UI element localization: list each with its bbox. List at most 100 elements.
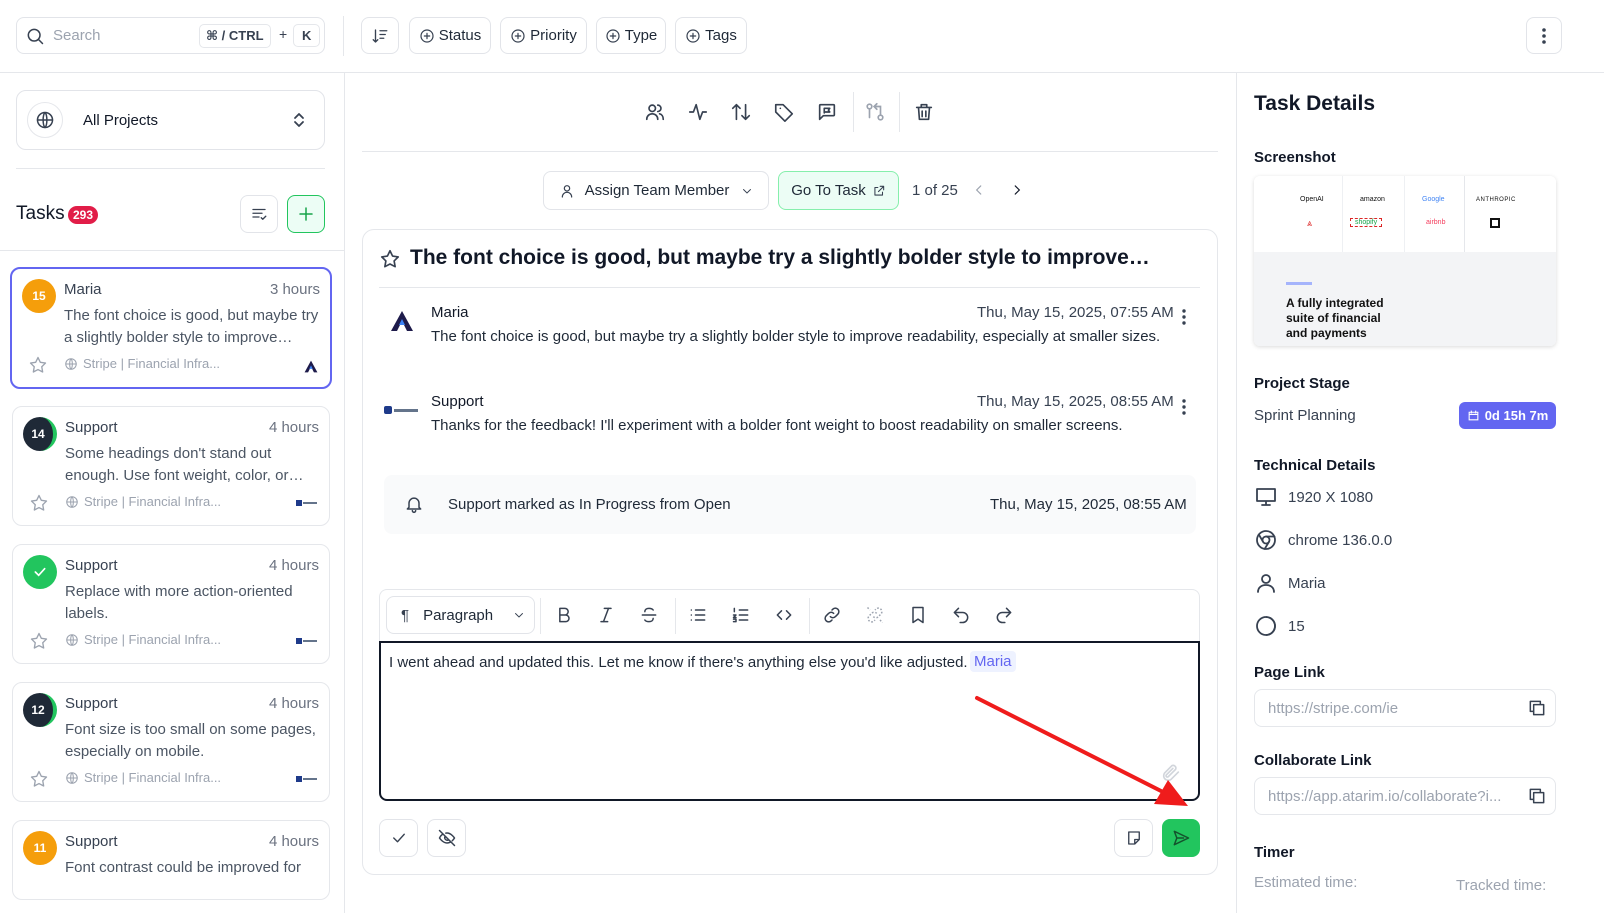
globe-icon	[66, 633, 78, 646]
go-to-task-button[interactable]: Go To Task	[778, 171, 899, 210]
task-filter-button[interactable]	[240, 195, 278, 233]
plus-circle-icon	[606, 28, 620, 43]
prev-task-icon[interactable]	[972, 182, 986, 198]
stage-timer-badge: 0d 15h 7m	[1459, 402, 1556, 429]
italic-button[interactable]	[591, 600, 621, 630]
check-icon	[34, 567, 46, 577]
screenshot-thumbnail[interactable]: OpenAI amazon Google ANTHROPIC ⩓ shopify…	[1254, 176, 1556, 346]
task-card[interactable]: Support 4 hours Replace with more action…	[12, 544, 330, 664]
task-avatar	[23, 555, 57, 589]
search-placeholder: Search	[53, 27, 101, 44]
task-time: 4 hours	[268, 695, 319, 712]
more-menu-button[interactable]	[1526, 17, 1562, 54]
sort-button[interactable]	[361, 17, 399, 54]
ordered-list-button[interactable]	[726, 600, 756, 630]
mention-chip[interactable]: Maria	[970, 651, 1016, 672]
copy-icon[interactable]	[1527, 786, 1547, 806]
comment-author: Maria	[431, 304, 469, 321]
task-project-name: Stripe | Financial Infra...	[84, 770, 222, 785]
flag-comment-icon[interactable]	[816, 101, 838, 123]
chevron-updown-icon	[294, 113, 304, 127]
collaborate-link-label: Collaborate Link	[1254, 752, 1372, 769]
annotation-arrow	[975, 696, 1188, 806]
trash-icon[interactable]	[913, 101, 935, 123]
user-row: Maria	[1254, 571, 1326, 595]
chrome-icon	[1256, 530, 1276, 550]
filter-label: Type	[624, 27, 658, 44]
task-time: 4 hours	[268, 419, 319, 436]
filter-status-button[interactable]: Status	[409, 17, 491, 54]
comment-menu-icon[interactable]	[1182, 399, 1186, 415]
task-author: Support	[65, 695, 118, 712]
link-button[interactable]	[817, 600, 847, 630]
unlink-button[interactable]	[860, 600, 890, 630]
strikethrough-button[interactable]	[634, 600, 664, 630]
task-text: Font size is too small on some pages, es…	[65, 721, 316, 760]
comment-date: Thu, May 15, 2025, 07:55 AM	[977, 304, 1174, 321]
assign-team-member-dropdown[interactable]: Assign Team Member	[543, 171, 769, 210]
task-project-name: Stripe | Financial Infra...	[83, 356, 221, 371]
resolve-button[interactable]	[379, 819, 418, 857]
search-box[interactable]: Search ⌘ / CTRL + K	[16, 17, 325, 54]
task-card[interactable]: 12 Support 4 hours Font size is too smal…	[12, 682, 330, 802]
filter-label: Tags	[705, 27, 737, 44]
team-icon[interactable]	[644, 101, 666, 123]
task-card[interactable]: 14 Support 4 hours Some headings don't s…	[12, 406, 330, 526]
bookmark-button[interactable]	[903, 600, 933, 630]
activity-icon[interactable]	[687, 101, 709, 123]
copy-icon[interactable]	[1527, 698, 1547, 718]
project-selector[interactable]: All Projects	[16, 90, 325, 150]
comment-menu-icon[interactable]	[1182, 309, 1186, 325]
bell-icon	[406, 497, 422, 514]
code-button[interactable]	[769, 600, 799, 630]
paragraph-dropdown[interactable]: ¶ Paragraph	[386, 596, 535, 634]
undo-icon	[953, 607, 969, 624]
tasks-title: Tasks	[16, 203, 65, 224]
task-card[interactable]: 15 Maria 3 hours The font choice is good…	[10, 267, 332, 389]
task-card[interactable]: 11 Support 4 hours Font contrast could b…	[12, 820, 330, 900]
task-number: 14	[31, 427, 45, 441]
ordered-list-icon	[732, 607, 749, 623]
task-text: The font choice is good, but maybe try a…	[64, 307, 319, 346]
user-icon	[561, 184, 572, 198]
bold-button[interactable]	[549, 600, 579, 630]
redo-button[interactable]	[989, 600, 1019, 630]
undo-button[interactable]	[946, 600, 976, 630]
send-button[interactable]	[1162, 819, 1200, 857]
task-number-row: 15	[1254, 614, 1305, 638]
plus-circle-icon	[420, 28, 434, 43]
tag-icon[interactable]	[773, 101, 795, 123]
task-number: 12	[31, 703, 45, 717]
next-task-icon[interactable]	[1010, 182, 1024, 198]
support-avatar-logo	[384, 404, 420, 416]
task-author: Support	[65, 419, 118, 436]
star-icon[interactable]	[29, 493, 49, 513]
globe-icon	[65, 357, 77, 370]
task-text: Replace with more action-oriented labels…	[65, 583, 293, 622]
task-avatar: 11	[23, 831, 57, 865]
go-to-task-label: Go To Task	[791, 182, 866, 199]
bullet-list-button[interactable]	[683, 600, 713, 630]
task-author: Support	[65, 557, 118, 574]
note-button[interactable]	[1114, 819, 1153, 857]
strikethrough-icon	[641, 607, 657, 623]
star-icon[interactable]	[379, 248, 401, 270]
merge-icon[interactable]	[864, 101, 886, 123]
page-link-field[interactable]: https://stripe.com/ie	[1254, 689, 1556, 727]
filter-type-button[interactable]: Type	[596, 17, 666, 54]
globe-icon	[66, 495, 78, 508]
filter-priority-button[interactable]: Priority	[500, 17, 587, 54]
star-icon[interactable]	[29, 631, 49, 651]
add-task-button[interactable]	[287, 195, 325, 233]
internal-note-button[interactable]	[427, 819, 466, 857]
company-logo-icon	[304, 360, 318, 373]
task-number: 15	[32, 289, 46, 303]
page-link-value: https://stripe.com/ie	[1268, 699, 1399, 717]
priority-icon[interactable]	[730, 101, 752, 123]
timer-label: Timer	[1254, 844, 1295, 861]
collaborate-link-field[interactable]: https://app.atarim.io/collaborate?i...	[1254, 777, 1556, 815]
star-icon[interactable]	[29, 769, 49, 789]
filter-tags-button[interactable]: Tags	[675, 17, 747, 54]
star-icon[interactable]	[28, 355, 48, 375]
editor-text[interactable]: I went ahead and updated this. Let me kn…	[389, 654, 968, 671]
